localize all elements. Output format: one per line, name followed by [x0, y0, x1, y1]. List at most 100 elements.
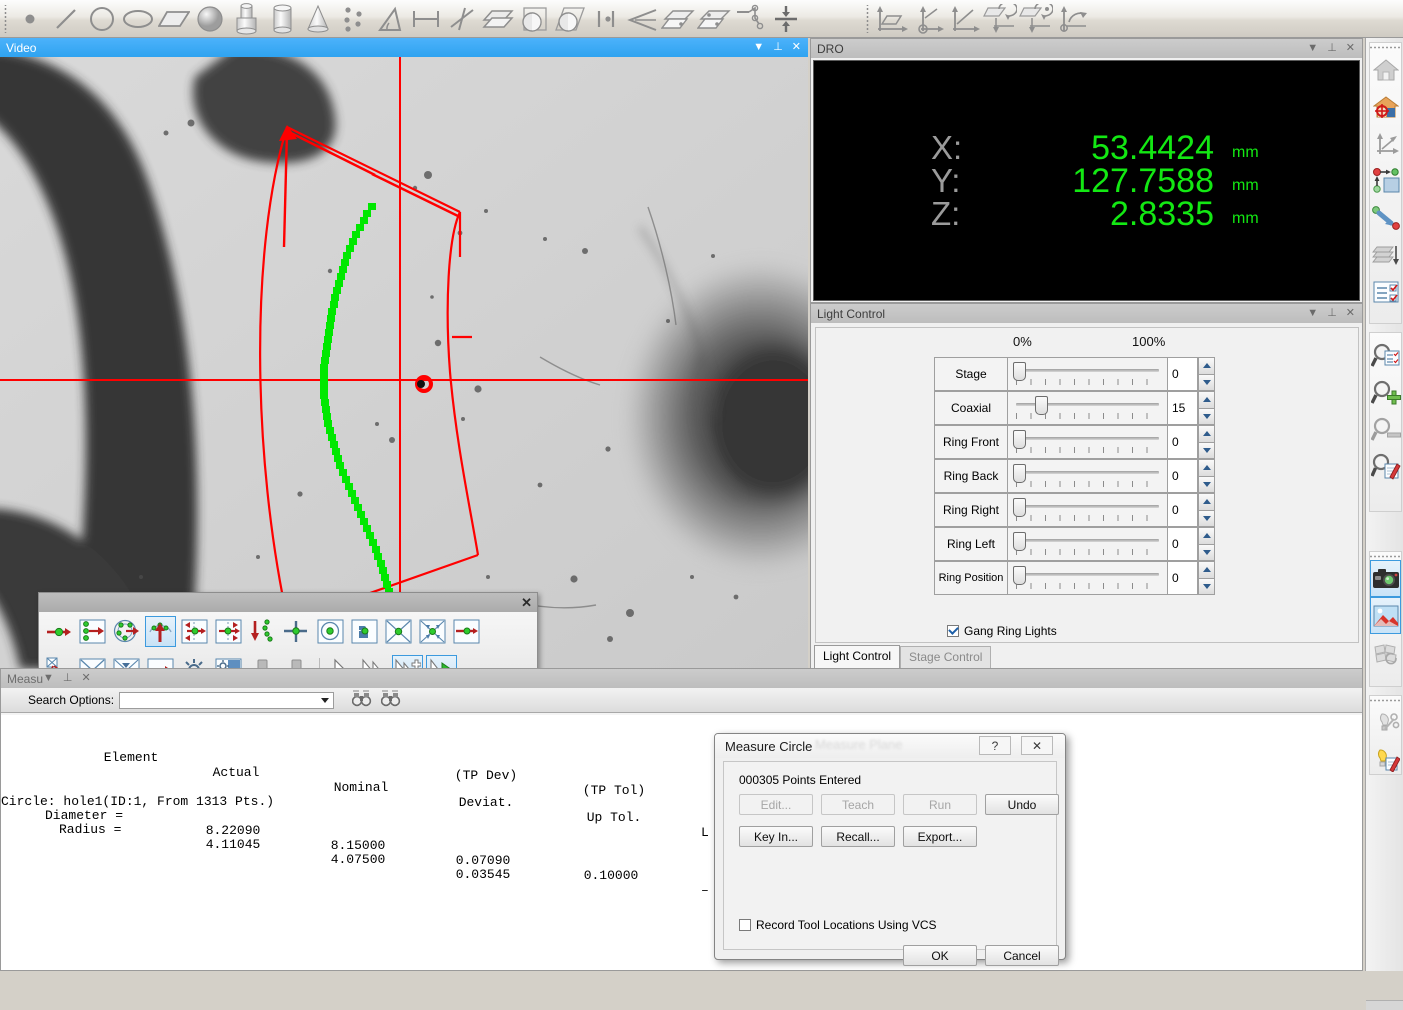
- tab-light-control[interactable]: Light Control: [814, 645, 901, 668]
- cancel-button[interactable]: Cancel: [985, 945, 1059, 966]
- line-icon[interactable]: [48, 2, 84, 36]
- point-icon[interactable]: [12, 2, 48, 36]
- rotate-csys-icon[interactable]: [982, 2, 1018, 36]
- slider-thumb[interactable]: [1013, 430, 1026, 449]
- toolbar-grip-right-4[interactable]: [1370, 696, 1401, 704]
- chevron-down-icon[interactable]: ▼: [43, 673, 54, 684]
- zoom-edit-icon[interactable]: [1370, 448, 1401, 485]
- symmetry-icon[interactable]: [588, 2, 624, 36]
- table-row[interactable]: Radius = 4.11045 4.07500 0.03545: [1, 807, 1362, 897]
- slider-thumb[interactable]: [1013, 532, 1026, 551]
- axis-align-icon[interactable]: [1370, 125, 1401, 162]
- light-spinner-ring-back[interactable]: [1198, 459, 1215, 493]
- sphere-icon[interactable]: [192, 2, 228, 36]
- csys-level-icon[interactable]: [1054, 2, 1090, 36]
- cone-icon[interactable]: [300, 2, 336, 36]
- close-icon[interactable]: ✕: [792, 42, 801, 53]
- key-in-button[interactable]: Key In...: [739, 826, 813, 847]
- spin-down-button[interactable]: [1198, 578, 1215, 595]
- tool-multi-point-line[interactable]: [77, 616, 108, 647]
- plane-dot2-icon[interactable]: [696, 2, 732, 36]
- light-slider-ring-left[interactable]: [1008, 527, 1168, 561]
- tool-point-chain[interactable]: [247, 616, 278, 647]
- video-image-canvas[interactable]: [0, 57, 808, 669]
- light-value-stage[interactable]: 0: [1168, 357, 1198, 391]
- plane-offset-icon[interactable]: [480, 2, 516, 36]
- point-cloud-icon[interactable]: [336, 2, 372, 36]
- spin-up-button[interactable]: [1198, 527, 1215, 545]
- spin-down-button[interactable]: [1198, 442, 1215, 459]
- slider-thumb[interactable]: [1013, 464, 1026, 483]
- undo-button[interactable]: Undo: [985, 794, 1059, 815]
- zoom-out-icon[interactable]: [1370, 411, 1401, 448]
- light-slider-coaxial[interactable]: [1008, 391, 1168, 425]
- goto-position-icon[interactable]: [1370, 199, 1401, 236]
- video-panel-titlebar[interactable]: Video ▼ ⊥ ✕: [0, 38, 808, 57]
- home-icon[interactable]: [1370, 51, 1401, 88]
- tool-pattern-match[interactable]: [349, 616, 380, 647]
- spin-up-button[interactable]: [1198, 493, 1215, 511]
- chevron-down-icon[interactable]: ▼: [753, 42, 764, 53]
- light-value-ring-front[interactable]: 0: [1168, 425, 1198, 459]
- palette-titlebar[interactable]: ✕: [39, 593, 537, 612]
- pin-icon[interactable]: ⊥: [1327, 43, 1337, 54]
- tab-stage-control[interactable]: Stage Control: [900, 646, 992, 668]
- close-icon[interactable]: ✕: [82, 673, 91, 684]
- close-icon[interactable]: ✕: [1021, 736, 1053, 755]
- close-icon[interactable]: ✕: [521, 596, 532, 609]
- distance-icon[interactable]: [408, 2, 444, 36]
- lamp-settings-icon[interactable]: [1370, 704, 1401, 741]
- toolbar-grip-right-3[interactable]: [1370, 552, 1401, 560]
- layer-stack-icon[interactable]: [1370, 236, 1401, 273]
- light-value-ring-left[interactable]: 0: [1168, 527, 1198, 561]
- slider-thumb[interactable]: [1013, 566, 1026, 585]
- light-slider-ring-back[interactable]: [1008, 459, 1168, 493]
- midplane-icon[interactable]: [768, 2, 804, 36]
- gang-ring-lights-checkbox[interactable]: Gang Ring Lights: [947, 624, 1057, 638]
- angle-icon[interactable]: [372, 2, 408, 36]
- tool-circle-scan[interactable]: [111, 616, 142, 647]
- checkbox-box[interactable]: [739, 919, 751, 931]
- align-axis-icon[interactable]: [946, 2, 982, 36]
- record-tool-locations-checkbox[interactable]: Record Tool Locations Using VCS: [739, 918, 937, 932]
- edit-button[interactable]: Edit...: [739, 794, 813, 815]
- tool-linear-scan[interactable]: [451, 616, 482, 647]
- cone-angle-icon[interactable]: [624, 2, 660, 36]
- spin-up-button[interactable]: [1198, 425, 1215, 443]
- zoom-in-icon[interactable]: [1370, 374, 1401, 411]
- move-to-point-icon[interactable]: [1370, 162, 1401, 199]
- teach-button[interactable]: Teach: [821, 794, 895, 815]
- light-value-ring-position[interactable]: 0: [1168, 561, 1198, 595]
- light-spinner-stage[interactable]: [1198, 357, 1215, 391]
- intersect-line-icon[interactable]: [444, 2, 480, 36]
- light-spinner-ring-front[interactable]: [1198, 425, 1215, 459]
- circle-icon[interactable]: [84, 2, 120, 36]
- ellipse-icon[interactable]: [120, 2, 156, 36]
- sphere-project-icon[interactable]: [516, 2, 552, 36]
- pin-icon[interactable]: ⊥: [773, 42, 783, 53]
- spin-up-button[interactable]: [1198, 459, 1215, 477]
- tool-crosshair-target[interactable]: [281, 616, 312, 647]
- recall-button[interactable]: Recall...: [821, 826, 895, 847]
- spin-down-button[interactable]: [1198, 544, 1215, 561]
- chevron-down-icon[interactable]: ▼: [1307, 43, 1318, 54]
- tool-edge-left[interactable]: [179, 616, 210, 647]
- measure-circle-titlebar[interactable]: Measure Circle Measure Plane ? ✕: [715, 734, 1065, 758]
- export-button[interactable]: Export...: [903, 826, 977, 847]
- close-icon[interactable]: ✕: [1346, 43, 1355, 54]
- light-slider-ring-front[interactable]: [1008, 425, 1168, 459]
- plane-dot-icon[interactable]: [660, 2, 696, 36]
- light-value-ring-back[interactable]: 0: [1168, 459, 1198, 493]
- light-spinner-ring-position[interactable]: [1198, 561, 1215, 595]
- pin-icon[interactable]: ⊥: [1327, 308, 1337, 319]
- chevron-down-icon[interactable]: [321, 697, 330, 703]
- light-slider-ring-position[interactable]: [1008, 561, 1168, 595]
- cylinder-step-icon[interactable]: [228, 2, 264, 36]
- pin-icon[interactable]: ⊥: [63, 673, 73, 684]
- tool-radial-scan[interactable]: [417, 616, 448, 647]
- light-slider-ring-right[interactable]: [1008, 493, 1168, 527]
- align-origin-icon[interactable]: [910, 2, 946, 36]
- image-icon[interactable]: [1370, 597, 1401, 634]
- light-spinner-ring-right[interactable]: [1198, 493, 1215, 527]
- cylinder-icon[interactable]: [264, 2, 300, 36]
